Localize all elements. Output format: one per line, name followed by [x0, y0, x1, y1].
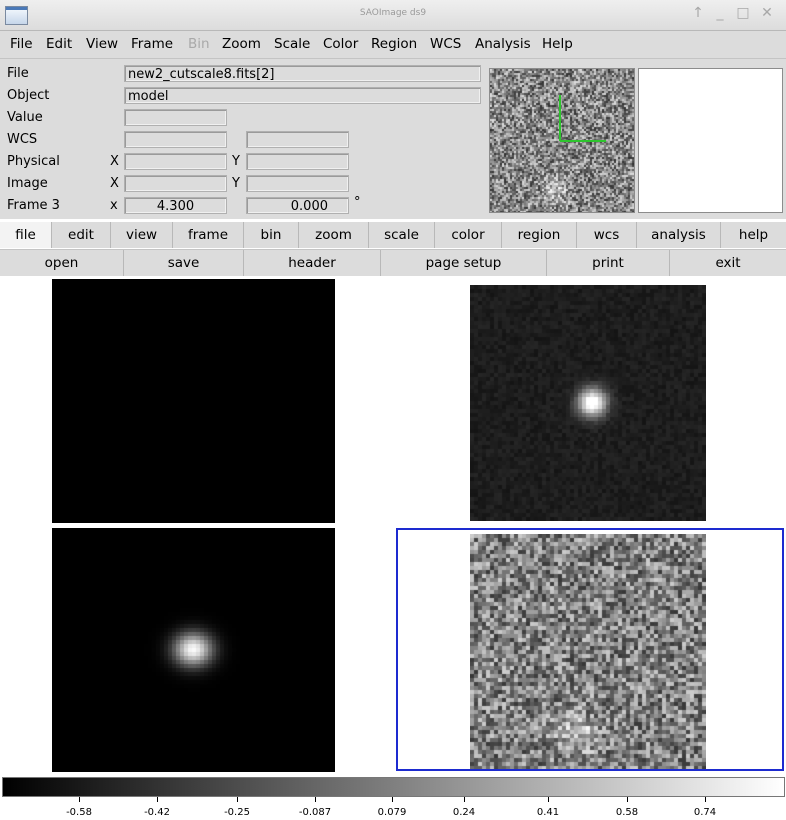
panner-view[interactable] — [489, 68, 635, 213]
file-field: new2_cutscale8.fits[2] — [124, 65, 481, 82]
image-label: Image — [7, 176, 48, 191]
object-label: Object — [7, 88, 50, 103]
physical-x-field — [124, 153, 227, 170]
button-bin[interactable]: bin — [244, 222, 299, 248]
button-zoom[interactable]: zoom — [299, 222, 369, 248]
colorbar-tick — [548, 797, 549, 802]
colorbar-tick-label: -0.087 — [298, 807, 332, 818]
frame-label: Frame 3 — [7, 198, 60, 213]
button-file[interactable]: file — [0, 222, 52, 248]
frame-1-image[interactable] — [52, 279, 335, 523]
menu-region[interactable]: Region — [371, 36, 417, 52]
wcs-field-b — [246, 131, 349, 148]
button-bar-main: file edit view frame bin zoom scale colo… — [0, 222, 786, 248]
angle-unit-label: ° — [354, 195, 361, 210]
colorbar-tick-label: -0.25 — [224, 807, 250, 818]
menu-color[interactable]: Color — [323, 36, 358, 52]
button-edit[interactable]: edit — [52, 222, 111, 248]
angle-field: 0.000 — [246, 197, 349, 214]
colorbar-tick-label: 0.41 — [536, 807, 560, 818]
menu-zoom[interactable]: Zoom — [222, 36, 261, 52]
colorbar-tick — [237, 797, 238, 802]
object-field: model — [124, 87, 481, 104]
colorbar-tick — [79, 797, 80, 802]
image-y-axis-label: Y — [232, 176, 240, 191]
close-icon[interactable]: ✕ — [758, 5, 776, 21]
maximize-icon[interactable]: □ — [734, 5, 752, 21]
frame-x-axis-label: x — [110, 198, 118, 213]
title-bar: SAOImage ds9 ↑ _ □ ✕ — [0, 0, 786, 31]
colorbar-tick-label: 0.74 — [693, 807, 717, 818]
value-label: Value — [7, 110, 43, 125]
keep-above-icon[interactable]: ↑ — [689, 5, 707, 21]
colorbar-tick-label: -0.58 — [66, 807, 92, 818]
menu-bin: Bin — [188, 36, 210, 52]
button-color[interactable]: color — [435, 222, 502, 248]
menu-scale[interactable]: Scale — [274, 36, 310, 52]
menu-analysis[interactable]: Analysis — [475, 36, 531, 52]
menu-bar: File Edit View Frame Bin Zoom Scale Colo… — [0, 31, 786, 59]
physical-y-axis-label: Y — [232, 154, 240, 169]
wcs-label: WCS — [7, 132, 38, 147]
value-field — [124, 109, 227, 126]
menu-view[interactable]: View — [86, 36, 118, 52]
image-x-field — [124, 175, 227, 192]
colorbar[interactable] — [2, 777, 785, 797]
menu-frame[interactable]: Frame — [131, 36, 173, 52]
button-frame[interactable]: frame — [173, 222, 244, 248]
compass-icon — [559, 95, 606, 142]
file-label: File — [7, 66, 29, 81]
frame-2-image[interactable] — [470, 285, 706, 521]
menu-file[interactable]: File — [10, 36, 33, 52]
menu-edit[interactable]: Edit — [46, 36, 72, 52]
menu-wcs[interactable]: WCS — [430, 36, 461, 52]
button-save[interactable]: save — [124, 250, 244, 276]
colorbar-tick — [392, 797, 393, 802]
colorbar-tick-label: 0.24 — [452, 807, 476, 818]
current-frame-highlight — [396, 528, 784, 771]
image-x-axis-label: X — [110, 176, 119, 191]
button-print[interactable]: print — [547, 250, 670, 276]
frame-3-image[interactable] — [52, 528, 335, 772]
colorbar-tick — [157, 797, 158, 802]
window-title: SAOImage ds9 — [359, 8, 427, 18]
physical-label: Physical — [7, 154, 60, 169]
image-y-field — [246, 175, 349, 192]
colorbar-tick — [705, 797, 706, 802]
wcs-field-a — [124, 131, 227, 148]
menu-help[interactable]: Help — [542, 36, 573, 52]
button-header[interactable]: header — [244, 250, 381, 276]
magnifier-view — [638, 68, 783, 213]
button-scale[interactable]: scale — [369, 222, 435, 248]
colorbar-tick-label: -0.42 — [144, 807, 170, 818]
colorbar-tick — [627, 797, 628, 802]
colorbar-tick-label: 0.079 — [377, 807, 407, 818]
button-exit[interactable]: exit — [670, 250, 786, 276]
button-view[interactable]: view — [111, 222, 173, 248]
button-help[interactable]: help — [721, 222, 786, 248]
button-region[interactable]: region — [502, 222, 577, 248]
button-bar-sub: open save header page setup print exit — [0, 249, 786, 276]
colorbar-tick — [315, 797, 316, 802]
button-page-setup[interactable]: page setup — [381, 250, 547, 276]
button-wcs[interactable]: wcs — [577, 222, 637, 248]
button-analysis[interactable]: analysis — [637, 222, 721, 248]
physical-x-axis-label: X — [110, 154, 119, 169]
colorbar-tick — [464, 797, 465, 802]
physical-y-field — [246, 153, 349, 170]
zoom-field: 4.300 — [124, 197, 227, 214]
button-open[interactable]: open — [0, 250, 124, 276]
colorbar-scale: -0.58 -0.42 -0.25 -0.087 0.079 0.24 0.41… — [0, 797, 786, 820]
colorbar-tick-label: 0.58 — [615, 807, 639, 818]
minimize-icon[interactable]: _ — [711, 5, 729, 21]
